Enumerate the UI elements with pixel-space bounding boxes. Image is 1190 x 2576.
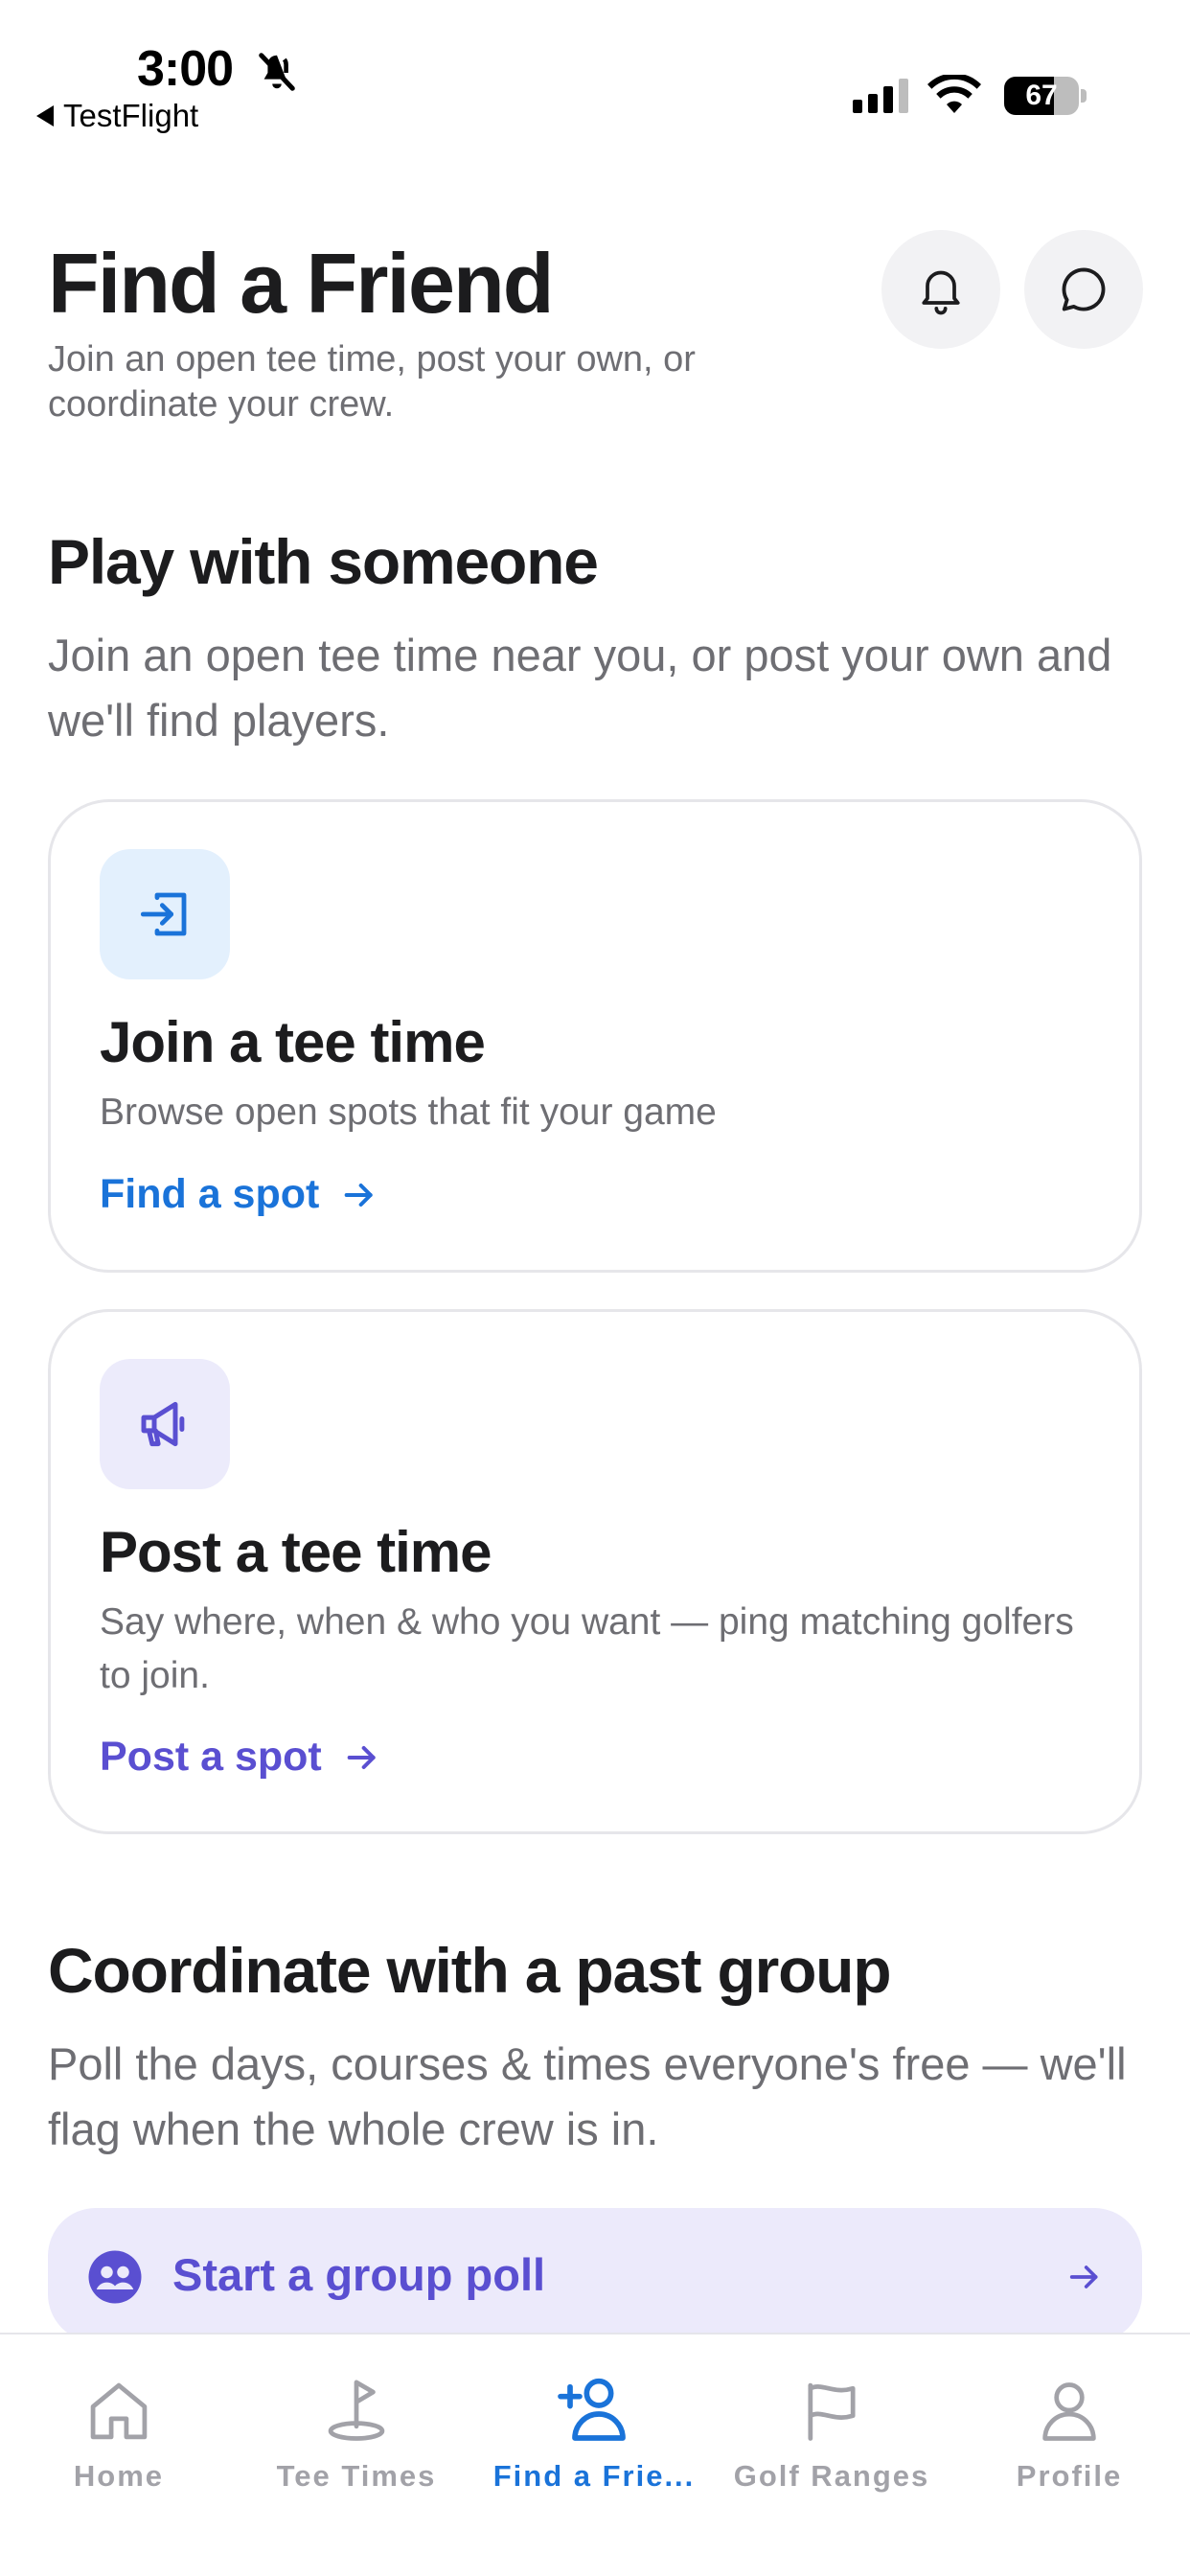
find-a-spot-link[interactable]: Find a spot xyxy=(100,1171,378,1218)
play-section-title: Play with someone xyxy=(48,526,599,597)
join-card-title: Join a tee time xyxy=(100,1010,486,1074)
tab-tee-times[interactable]: Tee Times xyxy=(238,2334,475,2526)
status-time: 3:00 xyxy=(137,41,234,97)
back-to-app-link[interactable]: TestFlight xyxy=(36,98,198,134)
enter-icon xyxy=(140,892,187,936)
post-card-description: Say where, when & who you want — ping ma… xyxy=(100,1601,1074,1696)
messages-button[interactable] xyxy=(1024,230,1143,349)
chat-bubble-icon xyxy=(1062,267,1106,311)
find-a-spot-label: Find a spot xyxy=(100,1171,320,1217)
bell-icon xyxy=(922,270,960,315)
join-card-description: Browse open spots that fit your game xyxy=(100,1092,717,1133)
status-bar: 3:00 TestFlight 67 xyxy=(0,0,1190,144)
notifications-button[interactable] xyxy=(881,230,1000,349)
tab-find-a-friend[interactable]: Find a Frie... xyxy=(475,2334,713,2526)
battery-level-label: 67 xyxy=(1025,80,1058,111)
add-friend-icon xyxy=(558,2378,626,2441)
arrow-right-icon xyxy=(347,1745,376,1769)
person-icon xyxy=(1042,2382,1096,2441)
join-icon-box xyxy=(100,849,230,979)
golf-flag-icon xyxy=(328,2380,385,2441)
join-tee-time-card[interactable]: Join a tee time Browse open spots that f… xyxy=(48,799,1142,1273)
bottom-tab-bar: Home Tee Times Find a Frie... Golf Range… xyxy=(0,2333,1190,2576)
tab-label: Golf Ranges xyxy=(733,2459,930,2493)
home-icon xyxy=(90,2382,148,2440)
post-a-spot-label: Post a spot xyxy=(100,1734,322,1780)
page-title: Find a Friend xyxy=(48,236,554,331)
page-subtitle: Join an open tee time, post your own, or… xyxy=(48,339,696,425)
play-section-description: Join an open tee time near you, or post … xyxy=(48,630,1112,746)
start-group-poll-button[interactable]: Start a group poll xyxy=(48,2208,1142,2342)
tab-label: Profile xyxy=(1016,2459,1123,2493)
post-tee-time-card[interactable]: Post a tee time Say where, when & who yo… xyxy=(48,1309,1142,1834)
cellular-signal-icon xyxy=(853,79,908,113)
group-section-title: Coordinate with a past group xyxy=(48,1935,892,2006)
back-arrow-icon xyxy=(36,105,54,126)
battery-indicator: 67 xyxy=(1004,77,1087,115)
wifi-icon xyxy=(927,75,981,113)
post-a-spot-link[interactable]: Post a spot xyxy=(100,1734,381,1781)
post-card-title: Post a tee time xyxy=(100,1520,492,1584)
arrow-right-icon xyxy=(344,1183,373,1207)
tab-label: Home xyxy=(73,2459,165,2493)
tab-label: Find a Frie... xyxy=(492,2459,696,2493)
megaphone-icon xyxy=(141,1401,185,1447)
bell-off-icon xyxy=(259,53,295,91)
tab-profile[interactable]: Profile xyxy=(950,2334,1188,2526)
flag-icon xyxy=(808,2382,856,2441)
start-group-poll-label: Start a group poll xyxy=(172,2249,546,2300)
group-icon xyxy=(88,2250,142,2304)
tab-golf-ranges[interactable]: Golf Ranges xyxy=(713,2334,950,2526)
arrow-right-icon xyxy=(1069,2266,1098,2288)
tab-label: Tee Times xyxy=(276,2459,437,2493)
tab-home[interactable]: Home xyxy=(0,2334,238,2526)
post-icon-box xyxy=(100,1359,230,1489)
group-section-description: Poll the days, courses & times everyone'… xyxy=(48,2038,1127,2154)
back-app-label: TestFlight xyxy=(63,98,199,133)
